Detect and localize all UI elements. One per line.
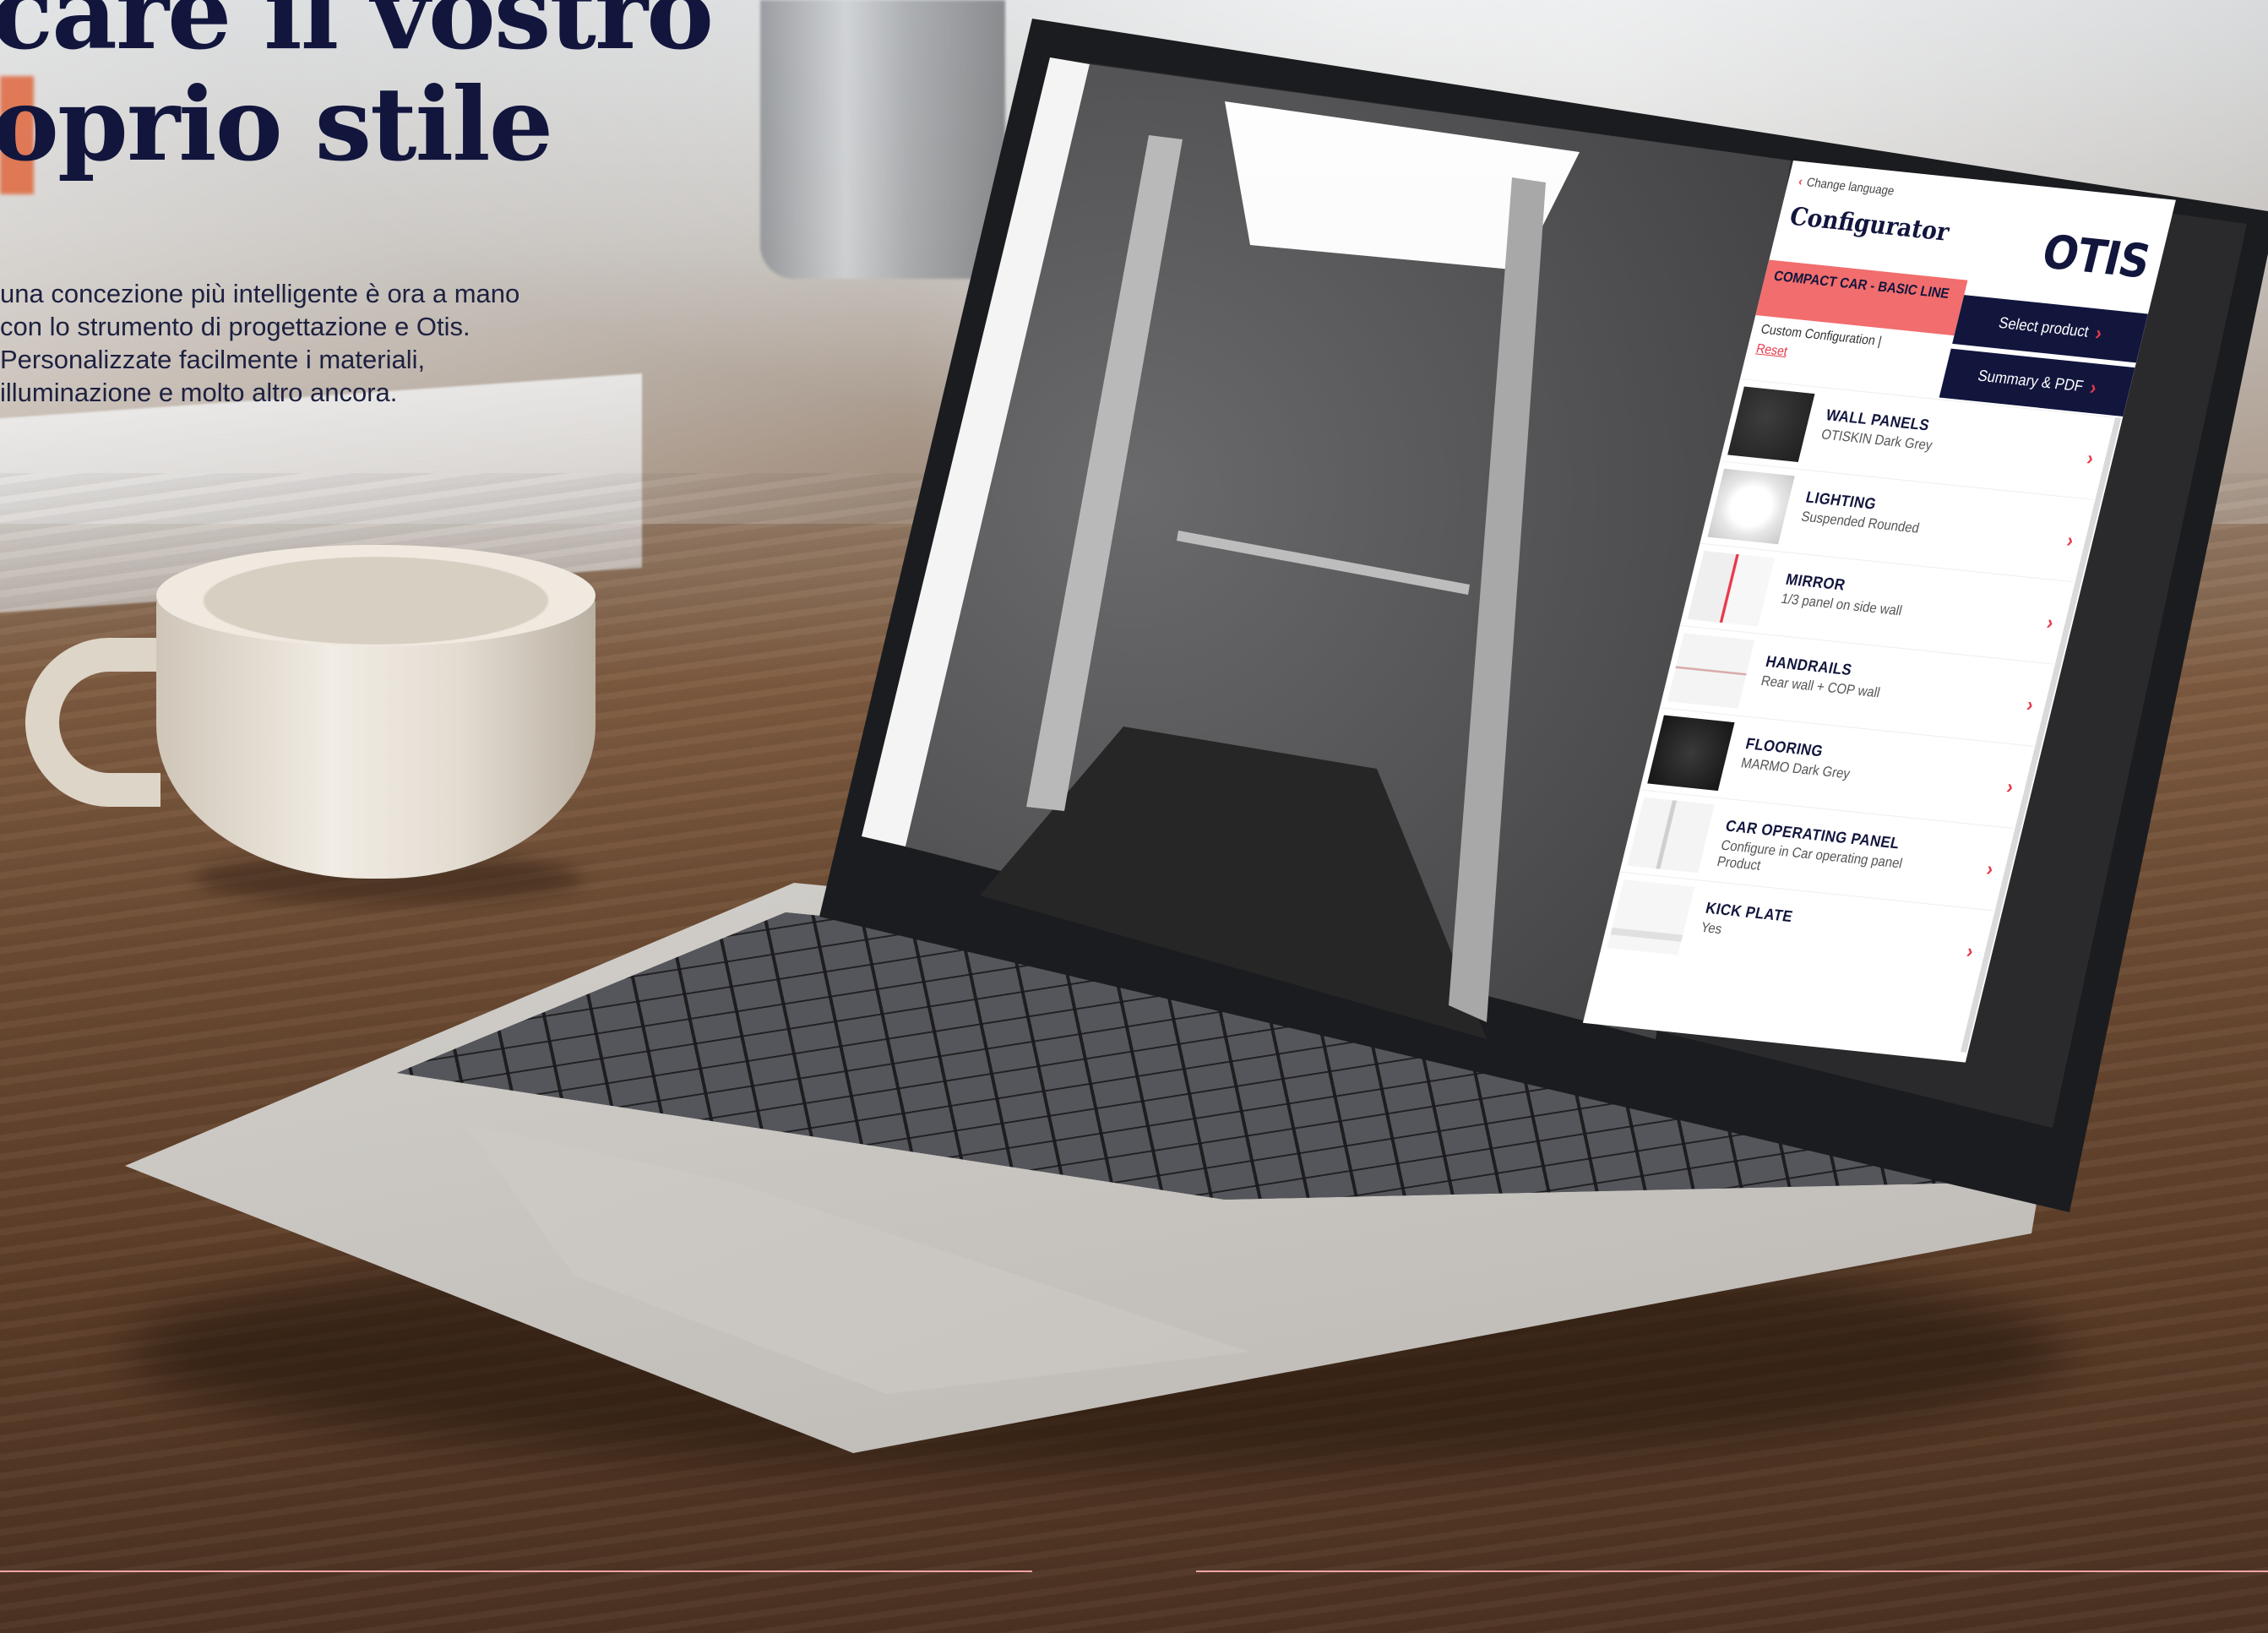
option-value: Suspended Rounded xyxy=(1799,508,1922,536)
option-value: Yes xyxy=(1699,919,1724,938)
page-headline: care il vostro oprio stile xyxy=(0,0,714,184)
chevron-right-icon: › xyxy=(1964,939,1976,963)
option-value: 1/3 panel on side wall xyxy=(1779,591,1904,619)
coffee-mug xyxy=(156,545,596,879)
option-value: Rear wall + COP wall xyxy=(1759,672,1882,701)
otis-logo: OTIS xyxy=(2037,225,2156,290)
change-language-label: Change language xyxy=(1805,175,1896,199)
chevron-right-icon: › xyxy=(2024,694,2036,716)
flooring-thumbnail xyxy=(1647,715,1735,792)
kick-plate-thumbnail xyxy=(1607,879,1695,955)
option-value: OTISKIN Dark Grey xyxy=(1819,426,1934,454)
handrails-thumbnail xyxy=(1667,633,1755,709)
headline-line-1: care il vostro xyxy=(0,0,714,73)
metal-container xyxy=(760,0,1005,279)
intro-paragraph: una concezione più intelligente è ora a … xyxy=(0,279,520,407)
divider-line-left xyxy=(0,1570,1032,1572)
option-value: MARMO Dark Grey xyxy=(1739,754,1852,782)
change-language-link[interactable]: ‹Change language xyxy=(1797,175,1895,199)
summary-pdf-label: Summary & PDF xyxy=(1976,367,2086,396)
chevron-right-icon: › xyxy=(2064,529,2076,552)
car-operating-panel-thumbnail xyxy=(1627,797,1715,874)
select-product-label: Select product xyxy=(1997,314,2091,341)
chevron-right-icon: › xyxy=(2044,611,2056,634)
reset-link[interactable]: Reset xyxy=(1754,342,1788,360)
wall-panels-thumbnail xyxy=(1727,386,1815,463)
chevron-right-icon: › xyxy=(2092,322,2105,346)
configurator-title: Configurator xyxy=(1787,202,1952,248)
headline-line-2: oprio stile xyxy=(0,65,553,184)
chevron-right-icon: › xyxy=(1984,857,1996,881)
chevron-right-icon: › xyxy=(2084,447,2097,471)
chevron-right-icon: › xyxy=(2087,376,2099,400)
chevron-left-icon: ‹ xyxy=(1797,174,1804,189)
mirror-thumbnail xyxy=(1687,550,1776,627)
divider-line-right xyxy=(1196,1570,2268,1572)
lighting-thumbnail xyxy=(1707,468,1795,545)
chevron-right-icon: › xyxy=(2004,776,2016,799)
mug-rim xyxy=(156,545,596,646)
